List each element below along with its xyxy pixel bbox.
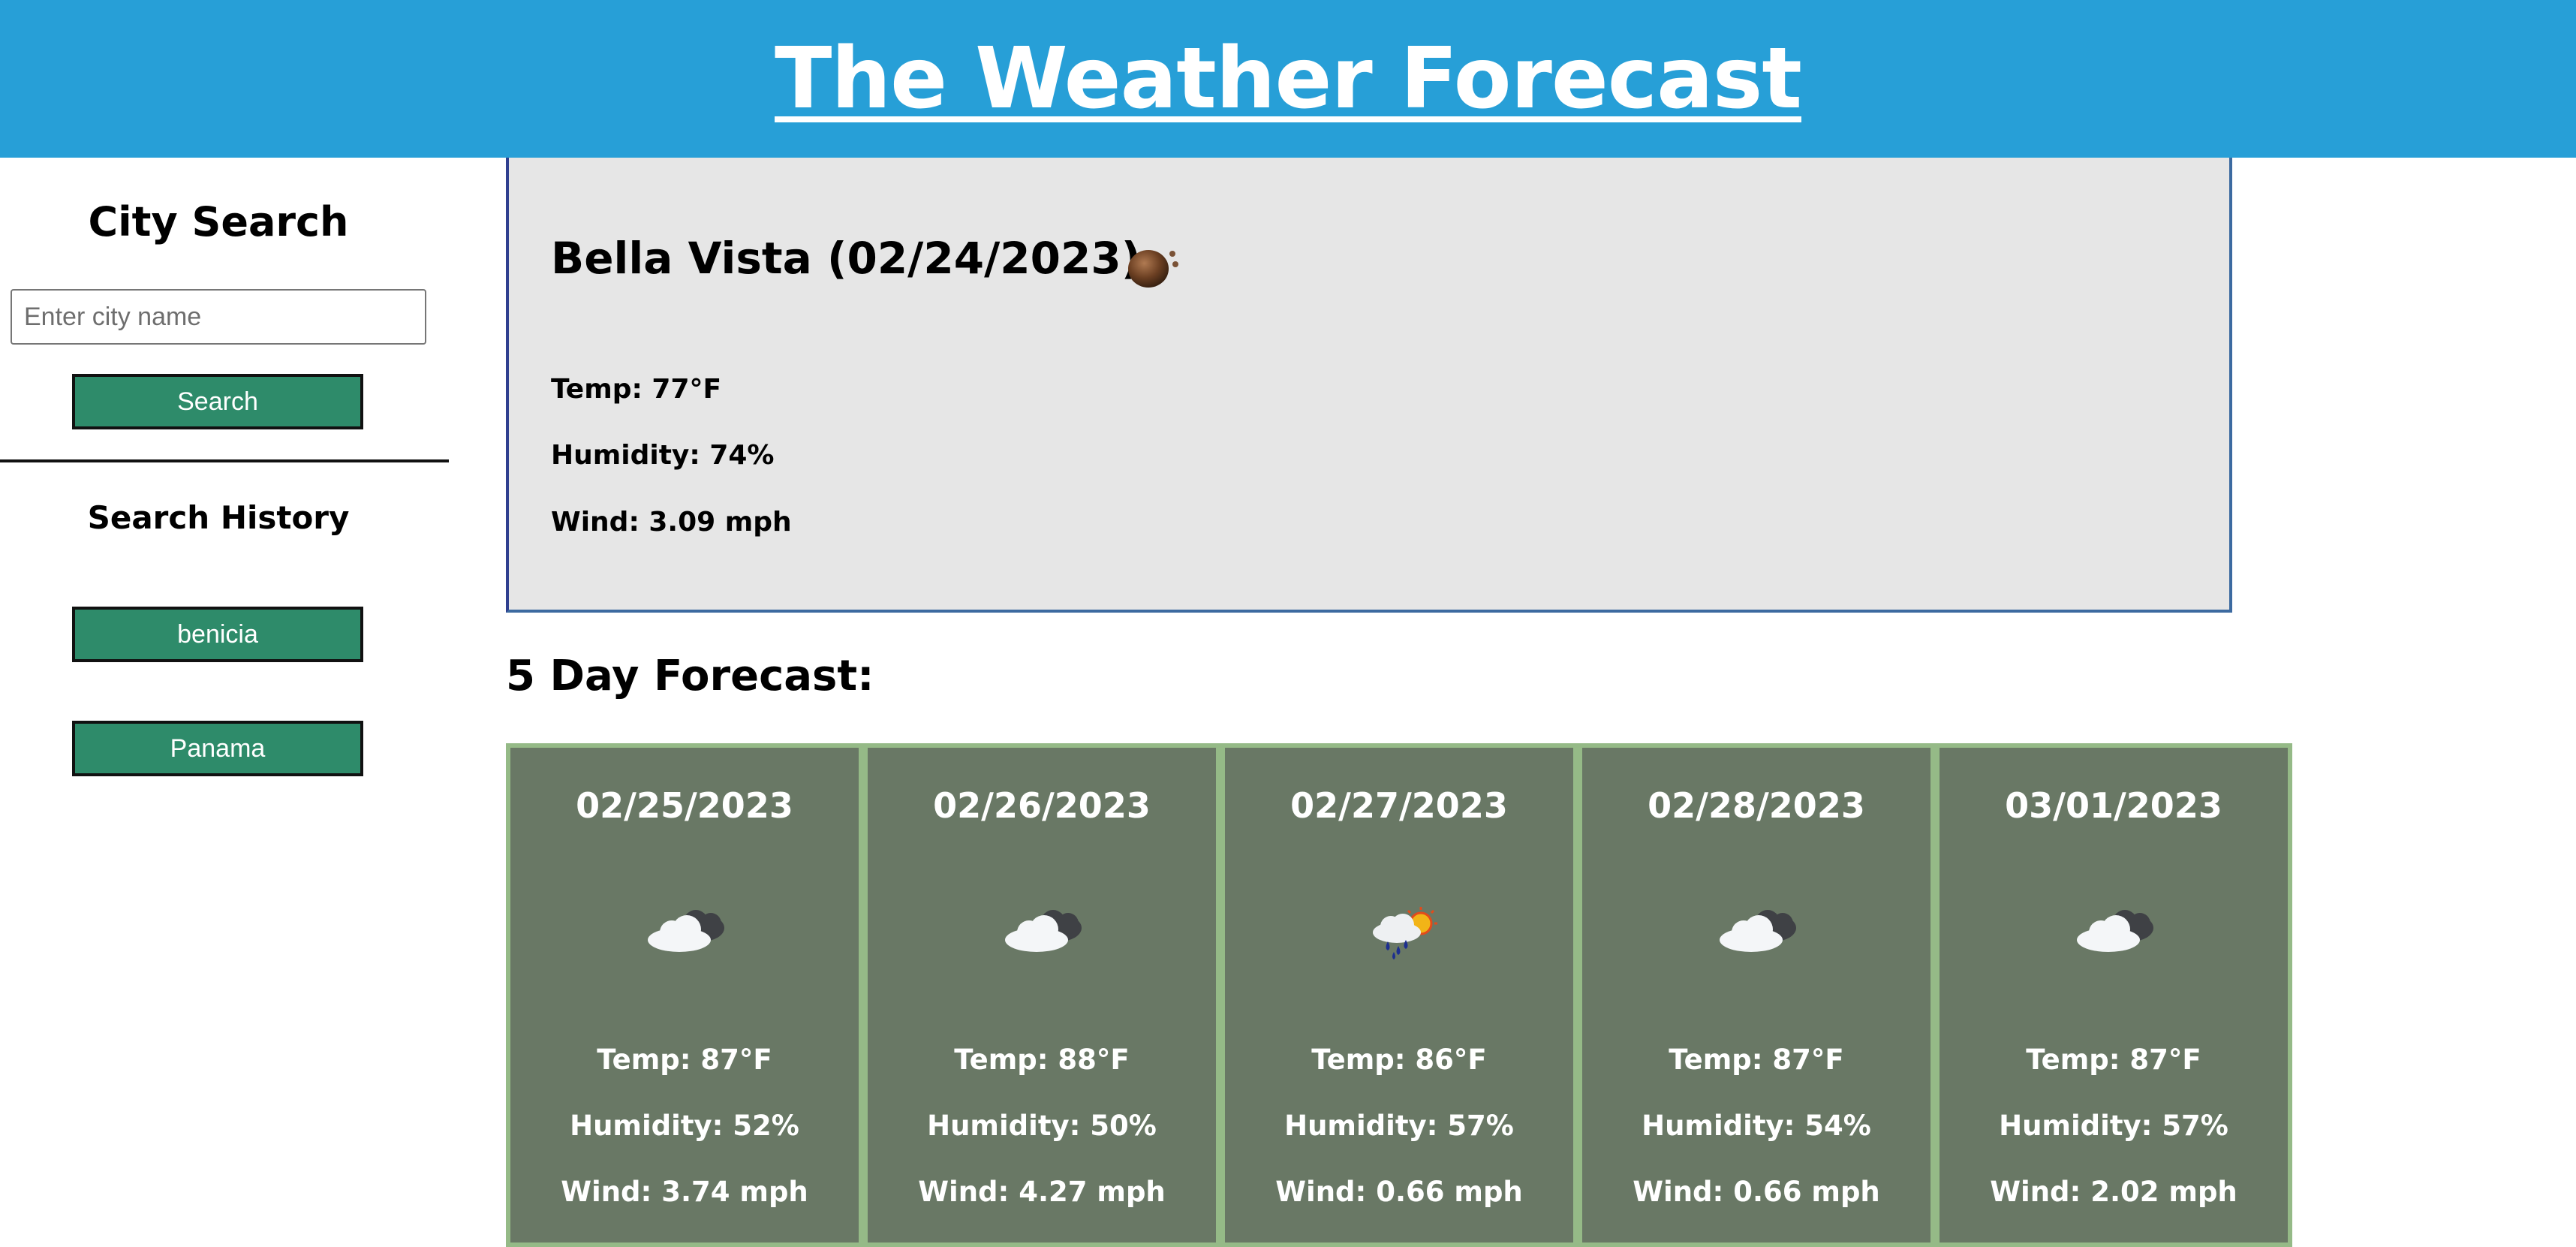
- forecast-temp: Temp: 88°F: [954, 1044, 1130, 1076]
- forecast-date: 03/01/2023: [2005, 785, 2222, 826]
- search-button[interactable]: Search: [72, 374, 363, 429]
- search-history-title: Search History: [87, 499, 350, 536]
- current-temp: Temp: 77°F: [551, 374, 722, 405]
- broken-clouds-icon: [1720, 910, 1796, 952]
- forecast-wind: Wind: 3.74 mph: [561, 1176, 808, 1208]
- forecast-humidity: Humidity: 50%: [927, 1110, 1157, 1142]
- forecast-temp: Temp: 87°F: [2026, 1044, 2201, 1076]
- city-search-title: City Search: [88, 198, 349, 245]
- broken-clouds-icon: [1005, 910, 1082, 952]
- history-button-benicia[interactable]: benicia: [72, 607, 363, 662]
- forecast-wind: Wind: 0.66 mph: [1633, 1176, 1880, 1208]
- forecast-wind: Wind: 0.66 mph: [1275, 1176, 1523, 1208]
- forecast-title: 5 Day Forecast:: [506, 652, 874, 700]
- forecast-wind: Wind: 4.27 mph: [918, 1176, 1166, 1208]
- rain-sun-icon: [1373, 907, 1437, 959]
- forecast-card: 03/01/2023 Temp: 87°F Humidity: 57% Wind…: [1935, 743, 2292, 1247]
- forecast-humidity: Humidity: 52%: [570, 1110, 799, 1142]
- forecast-humidity: Humidity: 57%: [1999, 1110, 2228, 1142]
- history-button-panama[interactable]: Panama: [72, 721, 363, 776]
- forecast-row: 02/25/2023 Temp: 87°F Humidity: 52% Wind…: [506, 743, 2294, 1247]
- page-header: The Weather Forecast: [0, 0, 2576, 158]
- forecast-card: 02/26/2023 Temp: 88°F Humidity: 50% Wind…: [863, 743, 1220, 1247]
- current-wind: Wind: 3.09 mph: [551, 507, 792, 538]
- forecast-wind: Wind: 2.02 mph: [1990, 1176, 2237, 1208]
- forecast-date: 02/26/2023: [933, 785, 1151, 826]
- forecast-card: 02/28/2023 Temp: 87°F Humidity: 54% Wind…: [1578, 743, 1935, 1247]
- broken-clouds-icon: [2077, 910, 2153, 952]
- forecast-date: 02/25/2023: [576, 785, 793, 826]
- current-weather-panel: Bella Vista (02/24/2023) Temp: 77°F Humi…: [506, 158, 2232, 613]
- current-humidity: Humidity: 74%: [551, 440, 775, 471]
- current-city-date: Bella Vista (02/24/2023): [551, 233, 1142, 284]
- forecast-date: 02/27/2023: [1290, 785, 1508, 826]
- city-search-input[interactable]: [11, 289, 426, 345]
- haze-icon: [1128, 250, 1178, 288]
- broken-clouds-icon: [648, 910, 724, 952]
- sidebar: City Search Search Search History benici…: [0, 158, 449, 1247]
- forecast-temp: Temp: 87°F: [1669, 1044, 1844, 1076]
- forecast-temp: Temp: 86°F: [1311, 1044, 1487, 1076]
- forecast-humidity: Humidity: 54%: [1642, 1110, 1871, 1142]
- page-title: The Weather Forecast: [775, 30, 1802, 128]
- forecast-card: 02/27/2023 Temp: 86°F Humidity: 57% Wind…: [1220, 743, 1578, 1247]
- forecast-temp: Temp: 87°F: [597, 1044, 772, 1076]
- sidebar-divider: [0, 459, 449, 462]
- forecast-humidity: Humidity: 57%: [1284, 1110, 1514, 1142]
- forecast-card: 02/25/2023 Temp: 87°F Humidity: 52% Wind…: [506, 743, 863, 1247]
- forecast-date: 02/28/2023: [1648, 785, 1865, 826]
